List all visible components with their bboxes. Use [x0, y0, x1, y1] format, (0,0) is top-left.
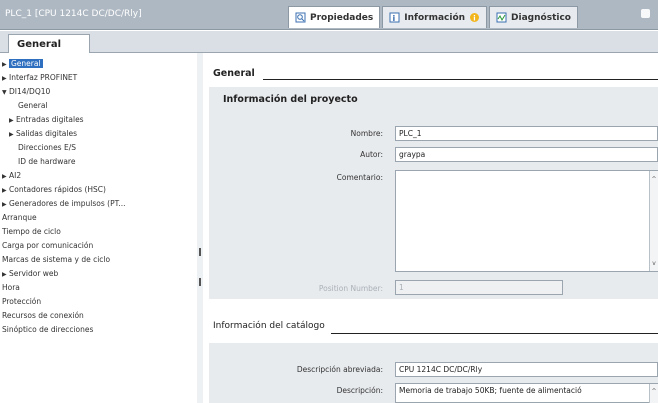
scroll-down-icon[interactable]: v	[650, 259, 658, 269]
tab-properties-label: Propiedades	[310, 12, 374, 23]
sidebar-item-general[interactable]: ▶ General	[2, 57, 43, 70]
sidebar-item-system-clock-memory[interactable]: Marcas de sistema y de ciclo	[2, 253, 110, 266]
sidebar-item-cycle-time[interactable]: Tiempo de ciclo	[2, 225, 61, 238]
description-field: Memoria de trabajo 50KB; fuente de alime…	[395, 383, 658, 403]
expand-arrow-icon[interactable]: ▶	[2, 198, 9, 211]
tab-diagnostics[interactable]: Diagnóstico	[489, 6, 578, 28]
panel-options-icon[interactable]	[641, 9, 650, 18]
sidebar-item-profinet[interactable]: ▶ Interfaz PROFINET	[2, 71, 77, 84]
description-label: Descripción:	[336, 386, 383, 395]
position-number-label: Position Number:	[318, 284, 383, 293]
sidebar-tree: ▶ General ▶ Interfaz PROFINET ▼ DI14/DQ10 G…	[0, 53, 200, 403]
sidebar-item-startup[interactable]: Arranque	[2, 211, 37, 224]
svg-text:i: i	[473, 15, 475, 23]
expand-arrow-icon[interactable]: ▶	[9, 114, 16, 127]
inspector-tabs: Propiedades i Información i Diagnóstico	[288, 6, 580, 28]
tab-information-label: Información	[404, 12, 466, 23]
expand-arrow-icon[interactable]: ▶	[2, 72, 9, 85]
short-description-field: CPU 1214C DC/DC/Rly	[395, 362, 658, 377]
catalog-section-title: Información del catálogo	[213, 321, 325, 331]
comment-label: Comentario:	[336, 173, 383, 182]
tab-general[interactable]: General	[8, 34, 90, 54]
scroll-up-icon[interactable]: ^	[650, 175, 658, 185]
sidebar-item-protection[interactable]: Protección	[2, 295, 41, 308]
sidebar-item-web-server[interactable]: ▶ Servidor web	[2, 267, 58, 280]
sidebar-item-time[interactable]: Hora	[2, 281, 20, 294]
sidebar-item-hsc[interactable]: ▶ Contadores rápidos (HSC)	[2, 183, 106, 196]
expand-arrow-icon[interactable]: ▶	[2, 268, 9, 281]
project-info-title: Información del proyecto	[223, 94, 358, 105]
section-general-title: General	[213, 68, 255, 79]
author-field[interactable]: graypa	[395, 147, 658, 162]
title-bar: PLC_1 [CPU 1214C DC/DC/Rly] Propiedades …	[0, 0, 658, 30]
expand-arrow-icon[interactable]: ▶	[9, 128, 16, 141]
window-title: PLC_1 [CPU 1214C DC/DC/Rly]	[5, 9, 142, 19]
position-number-field: 1	[395, 280, 563, 295]
general-tab-strip: General	[0, 31, 658, 54]
description-scrollbar[interactable]: ^	[649, 384, 658, 403]
sidebar-item-io-addresses[interactable]: Direcciones E/S	[18, 141, 76, 154]
tab-information[interactable]: i Información i	[382, 6, 488, 28]
sidebar-item-connection-resources[interactable]: Recursos de conexión	[2, 309, 84, 322]
comment-scrollbar[interactable]: ^ v	[649, 171, 658, 271]
diagnostics-icon	[496, 12, 507, 23]
tab-properties[interactable]: Propiedades	[288, 6, 381, 28]
sidebar-item-ai2[interactable]: ▶ AI2	[2, 169, 21, 182]
sidebar-item-digital-inputs[interactable]: ▶ Entradas digitales	[9, 113, 84, 126]
section-divider	[331, 333, 658, 334]
properties-icon	[295, 12, 306, 23]
collapse-arrow-icon[interactable]: ▼	[2, 86, 9, 99]
expand-arrow-icon[interactable]: ▶	[2, 184, 9, 197]
sidebar-item-digital-outputs[interactable]: ▶ Salidas digitales	[9, 127, 77, 140]
info-icon: i	[389, 12, 400, 23]
expand-arrow-icon[interactable]: ▶	[2, 58, 9, 71]
name-label: Nombre:	[350, 129, 383, 138]
tab-diagnostics-label: Diagnóstico	[511, 12, 571, 23]
name-field[interactable]: PLC_1	[395, 126, 658, 141]
expand-arrow-icon[interactable]: ▶	[2, 170, 9, 183]
section-divider	[263, 79, 658, 80]
sidebar-item-address-overview[interactable]: Sinóptico de direcciones	[2, 323, 93, 336]
short-description-label: Descripción abreviada:	[296, 365, 383, 374]
author-label: Autor:	[360, 150, 383, 159]
svg-text:i: i	[393, 14, 396, 23]
comment-textarea[interactable]	[395, 170, 658, 272]
warning-icon: i	[469, 12, 480, 23]
sidebar-item-pulse-generators[interactable]: ▶ Generadores de impulsos (PT...	[2, 197, 125, 210]
properties-panel: General Información del proyecto Nombre:…	[203, 53, 658, 403]
sidebar-item-hardware-id[interactable]: ID de hardware	[18, 155, 75, 168]
sidebar-item-io-general[interactable]: General	[18, 99, 48, 112]
sidebar-item-di14-dq10[interactable]: ▼ DI14/DQ10	[2, 85, 50, 98]
sidebar-item-communication-load[interactable]: Carga por comunicación	[2, 239, 93, 252]
scroll-up-icon[interactable]: ^	[650, 387, 658, 397]
